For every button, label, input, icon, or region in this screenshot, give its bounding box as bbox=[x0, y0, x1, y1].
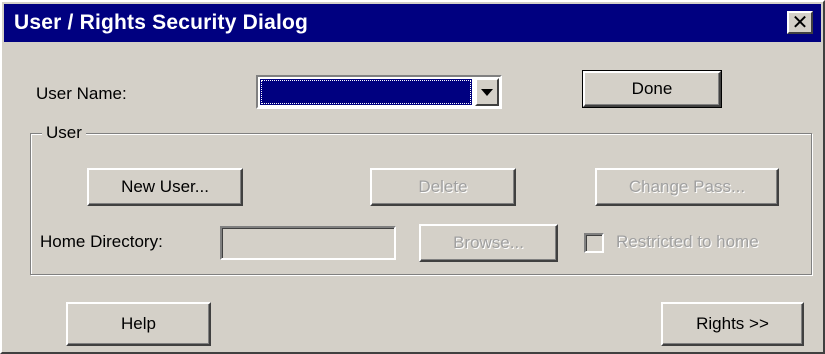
user-group-title: User bbox=[42, 123, 86, 143]
user-name-label: User Name: bbox=[36, 84, 127, 103]
close-button[interactable]: ✕ bbox=[787, 11, 813, 34]
restricted-to-home-label: Restricted to home bbox=[616, 232, 759, 251]
browse-button[interactable]: Browse... bbox=[419, 224, 558, 262]
chevron-down-icon bbox=[481, 88, 493, 96]
rights-button[interactable]: Rights >> bbox=[661, 302, 804, 346]
change-pass-button[interactable]: Change Pass... bbox=[595, 168, 779, 206]
restricted-to-home-checkbox[interactable] bbox=[584, 233, 604, 253]
new-user-button[interactable]: New User... bbox=[87, 168, 243, 206]
dropdown-arrow-button[interactable] bbox=[475, 78, 499, 106]
title-bar[interactable]: User / Rights Security Dialog ✕ bbox=[4, 4, 821, 42]
home-directory-label: Home Directory: bbox=[40, 232, 163, 251]
security-dialog: User / Rights Security Dialog ✕ User Nam… bbox=[0, 0, 825, 354]
done-button[interactable]: Done bbox=[582, 70, 722, 108]
close-icon: ✕ bbox=[791, 11, 809, 34]
user-name-dropdown[interactable] bbox=[256, 75, 502, 109]
home-directory-field[interactable] bbox=[220, 226, 396, 260]
help-button[interactable]: Help bbox=[66, 302, 211, 346]
user-name-selected-value bbox=[260, 79, 472, 105]
delete-button[interactable]: Delete bbox=[370, 168, 516, 206]
window-title: User / Rights Security Dialog bbox=[14, 11, 309, 34]
